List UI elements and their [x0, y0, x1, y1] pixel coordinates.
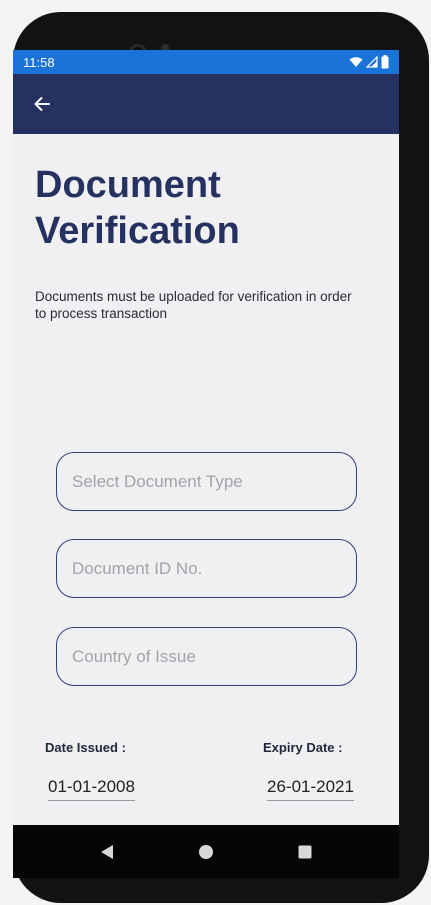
home-circle-icon [199, 844, 213, 859]
page-description: Documents must be uploaded for verificat… [35, 289, 352, 321]
nav-back-button[interactable] [95, 840, 119, 864]
status-icons [349, 55, 389, 69]
date-issued-label: Date Issued : [45, 740, 126, 755]
recents-square-icon [298, 845, 312, 858]
app-bar [13, 74, 399, 134]
wifi-icon [349, 57, 363, 67]
battery-icon [381, 55, 389, 69]
document-type-select[interactable]: Select Document Type [56, 452, 357, 511]
nav-recents-button[interactable] [293, 840, 317, 864]
expiry-date-label: Expiry Date : [263, 740, 343, 755]
page-title: Document Verification [35, 162, 375, 254]
back-button[interactable] [29, 91, 55, 117]
arrow-left-icon [34, 97, 50, 111]
page-content: Document Verification Documents must be … [13, 134, 399, 825]
page-title-line1: Document [35, 164, 221, 206]
status-time: 11:58 [23, 54, 55, 70]
date-issued-field[interactable]: 01-01-2008 [48, 777, 135, 801]
system-nav-bar [13, 825, 399, 878]
document-id-input[interactable]: Document ID No. [56, 539, 357, 598]
document-type-placeholder: Select Document Type [72, 471, 243, 491]
country-of-issue-input[interactable]: Country of Issue [56, 627, 357, 686]
signal-icon [366, 56, 378, 68]
app-screen: 11:58 Document Verification Documents mu… [13, 50, 399, 825]
document-id-placeholder: Document ID No. [72, 558, 203, 578]
expiry-date-field[interactable]: 26-01-2021 [267, 777, 354, 801]
page-title-line2: Verification [35, 210, 240, 252]
status-bar: 11:58 [13, 50, 399, 74]
country-placeholder: Country of Issue [72, 646, 196, 666]
back-triangle-icon [101, 844, 113, 859]
nav-home-button[interactable] [194, 840, 218, 864]
